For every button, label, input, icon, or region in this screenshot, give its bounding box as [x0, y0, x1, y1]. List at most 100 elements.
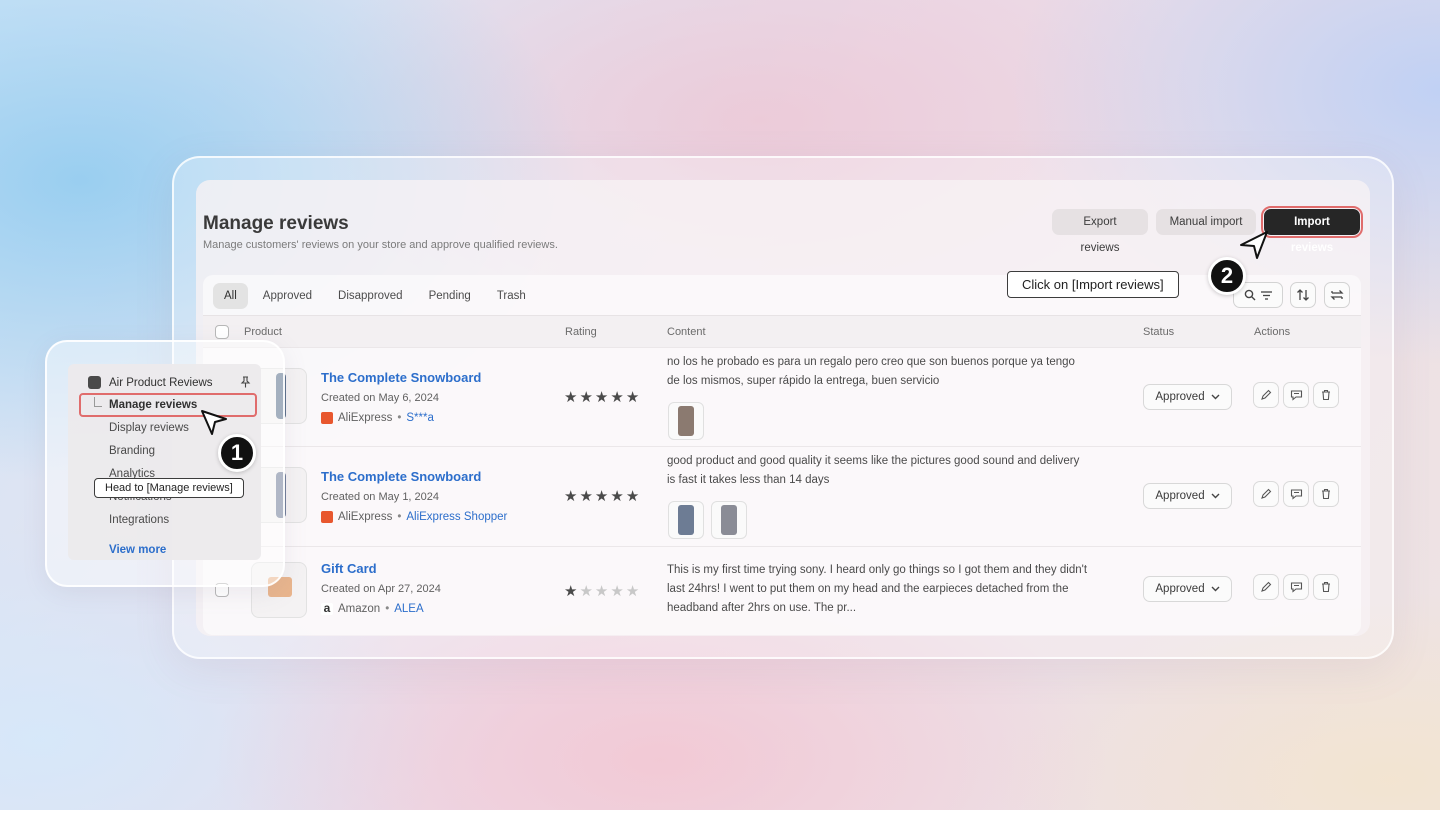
status-dropdown[interactable]: Approved: [1143, 384, 1232, 410]
table-row[interactable]: The Complete Snowboard Created on May 6,…: [203, 347, 1361, 446]
star-icon: ★: [564, 389, 578, 406]
bulk-action-button[interactable]: [1324, 282, 1350, 308]
product-name[interactable]: The Complete Snowboard: [321, 469, 481, 484]
reviewer-name[interactable]: AliExpress Shopper: [406, 511, 507, 523]
tab-approved[interactable]: Approved: [252, 283, 323, 309]
cursor-pointer-icon: [1240, 231, 1268, 259]
edit-button[interactable]: [1253, 481, 1279, 507]
reviewer-name[interactable]: S***a: [406, 412, 434, 424]
star-icon: ★: [594, 389, 609, 406]
review-content: no los he probado es para un regalo pero…: [667, 356, 1075, 387]
review-image[interactable]: [668, 402, 704, 440]
nav-app-header[interactable]: Air Product Reviews: [88, 376, 213, 389]
created-date: Created on Apr 27, 2024: [321, 583, 441, 595]
cursor-pointer-icon: [201, 410, 227, 435]
sort-button[interactable]: [1290, 282, 1316, 308]
bottom-strip: [0, 810, 1440, 815]
product-name[interactable]: Gift Card: [321, 561, 377, 576]
step1-tooltip: Head to [Manage reviews]: [94, 478, 244, 498]
source-name: AliExpress: [338, 412, 393, 424]
star-icon: ★: [579, 389, 593, 406]
pin-icon[interactable]: [240, 376, 251, 388]
column-status: Status: [1143, 326, 1175, 338]
status-label: Approved: [1155, 583, 1205, 595]
view-more-link[interactable]: View more: [109, 544, 166, 556]
nav-item-integrations[interactable]: Integrations: [109, 514, 169, 526]
aliexpress-icon: [321, 511, 333, 523]
review-content: This is my first time trying sony. I hea…: [667, 564, 1088, 614]
star-icon: ★: [625, 488, 640, 505]
delete-button[interactable]: [1313, 574, 1339, 600]
search-icon: [1244, 289, 1255, 301]
select-all-checkbox[interactable]: [215, 325, 229, 339]
nav-item-branding[interactable]: Branding: [109, 445, 155, 457]
star-empty-icon: ★: [625, 583, 640, 600]
filter-icon: [1260, 291, 1272, 300]
star-icon: ★: [564, 583, 578, 600]
page-subtitle: Manage customers' reviews on your store …: [203, 239, 558, 251]
app-panel: Manage reviews Manage customers' reviews…: [196, 180, 1370, 636]
review-source: AliExpress • AliExpress Shopper: [321, 511, 507, 523]
chevron-down-icon: [1211, 493, 1220, 499]
created-date: Created on May 1, 2024: [321, 491, 440, 503]
rating-stars: ★ ★ ★ ★ ★: [564, 388, 639, 406]
pencil-icon: [1261, 488, 1272, 499]
app-icon: [88, 376, 101, 389]
nav-app-name: Air Product Reviews: [109, 376, 213, 389]
review-image[interactable]: [668, 501, 704, 539]
reply-button[interactable]: [1283, 382, 1309, 408]
table-row[interactable]: The Complete Snowboard Created on May 1,…: [203, 446, 1361, 546]
import-reviews-button[interactable]: Import reviews: [1261, 206, 1363, 254]
export-reviews-button[interactable]: Export reviews: [1052, 209, 1148, 254]
amazon-icon: a: [321, 602, 333, 615]
status-dropdown[interactable]: Approved: [1143, 483, 1232, 509]
tab-all[interactable]: All: [213, 283, 248, 309]
source-name: AliExpress: [338, 511, 393, 523]
page-title: Manage reviews: [203, 213, 349, 234]
tab-disapproved[interactable]: Disapproved: [327, 283, 414, 309]
review-source: a Amazon • ALEA: [321, 602, 424, 615]
pencil-icon: [1261, 581, 1272, 592]
tab-pending[interactable]: Pending: [418, 283, 482, 309]
step1-badge: 1: [218, 434, 256, 472]
review-source: AliExpress • S***a: [321, 412, 434, 424]
reviews-card: All Approved Disapproved Pending Trash P…: [203, 275, 1361, 635]
star-icon: ★: [579, 488, 593, 505]
column-content: Content: [667, 326, 706, 338]
status-label: Approved: [1155, 490, 1205, 502]
table-row[interactable]: Gift Card Created on Apr 27, 2024 a Amaz…: [203, 546, 1361, 635]
delete-button[interactable]: [1313, 382, 1339, 408]
chevron-down-icon: [1211, 586, 1220, 592]
column-rating: Rating: [565, 326, 597, 338]
created-date: Created on May 6, 2024: [321, 392, 440, 404]
filter-tabs: All Approved Disapproved Pending Trash: [213, 283, 537, 309]
star-icon: ★: [594, 488, 609, 505]
edit-button[interactable]: [1253, 574, 1279, 600]
review-content: good product and good quality it seems l…: [667, 455, 1080, 486]
nav-item-manage-reviews[interactable]: Manage reviews: [109, 399, 197, 411]
star-icon: ★: [610, 389, 624, 406]
delete-button[interactable]: [1313, 481, 1339, 507]
nav-item-display-reviews[interactable]: Display reviews: [109, 422, 189, 434]
sort-icon: [1297, 289, 1309, 301]
pencil-icon: [1261, 389, 1272, 400]
reviewer-name[interactable]: ALEA: [394, 603, 423, 615]
edit-button[interactable]: [1253, 382, 1279, 408]
reply-button[interactable]: [1283, 481, 1309, 507]
step2-badge: 2: [1208, 257, 1246, 295]
reply-icon: [1290, 390, 1302, 401]
star-empty-icon: ★: [594, 583, 609, 600]
rating-stars: ★ ★ ★ ★ ★: [564, 487, 639, 505]
reply-button[interactable]: [1283, 574, 1309, 600]
tab-trash[interactable]: Trash: [486, 283, 537, 309]
aliexpress-icon: [321, 412, 333, 424]
star-icon: ★: [625, 389, 640, 406]
status-dropdown[interactable]: Approved: [1143, 576, 1232, 602]
star-empty-icon: ★: [610, 583, 624, 600]
chevron-down-icon: [1211, 394, 1220, 400]
rating-stars: ★ ★ ★ ★ ★: [564, 582, 639, 600]
product-name[interactable]: The Complete Snowboard: [321, 370, 481, 385]
reply-icon: [1290, 489, 1302, 500]
review-image[interactable]: [711, 501, 747, 539]
star-empty-icon: ★: [579, 583, 593, 600]
